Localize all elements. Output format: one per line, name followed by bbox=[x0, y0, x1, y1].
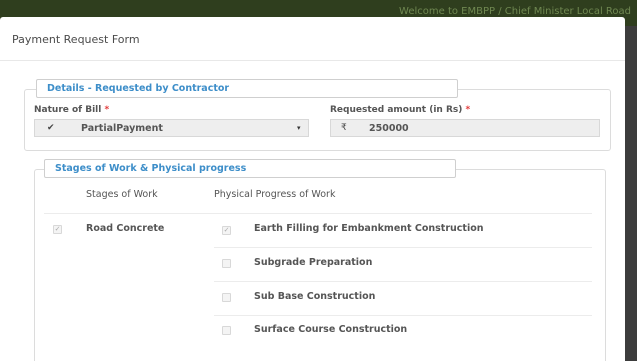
details-legend: Details - Requested by Contractor bbox=[36, 79, 458, 98]
progress-checkbox[interactable] bbox=[222, 259, 231, 268]
modal-header: Payment Request Form bbox=[0, 17, 625, 61]
requested-amount-input[interactable]: ₹ 250000 bbox=[330, 119, 600, 137]
payment-request-modal: Payment Request Form Details - Requested… bbox=[0, 17, 625, 361]
stage-name: Road Concrete bbox=[86, 223, 165, 234]
chevron-down-icon: ▾ bbox=[297, 124, 301, 132]
requested-amount-label: Requested amount (in Rs) * bbox=[330, 105, 471, 115]
progress-item-label: Earth Filling for Embankment Constructio… bbox=[254, 223, 484, 234]
stage-checkbox[interactable]: ✓ bbox=[53, 225, 62, 234]
progress-checkbox[interactable] bbox=[222, 326, 231, 335]
progress-item-label: Sub Base Construction bbox=[254, 291, 376, 302]
required-asterisk: * bbox=[465, 105, 471, 115]
physical-progress-header: Physical Progress of Work bbox=[214, 189, 336, 200]
check-icon: ✔ bbox=[47, 123, 55, 133]
backdrop-strip bbox=[625, 26, 637, 361]
row-divider bbox=[214, 247, 592, 248]
row-divider bbox=[214, 281, 592, 282]
modal-title: Payment Request Form bbox=[12, 33, 140, 46]
background-welcome-text: Welcome to EMBPP / Chief Minister Local … bbox=[399, 6, 631, 17]
stages-of-work-header: Stages of Work bbox=[86, 189, 158, 200]
nature-of-bill-select[interactable]: ✔ PartialPayment ▾ bbox=[34, 119, 309, 137]
nature-of-bill-value: PartialPayment bbox=[81, 123, 163, 134]
row-divider bbox=[214, 315, 592, 316]
stages-legend: Stages of Work & Physical progress bbox=[44, 159, 456, 178]
nature-of-bill-label: Nature of Bill * bbox=[34, 105, 110, 115]
required-asterisk: * bbox=[104, 105, 110, 115]
progress-checkbox[interactable]: ✓ bbox=[222, 226, 231, 235]
rupee-icon: ₹ bbox=[341, 123, 347, 133]
requested-amount-value: 250000 bbox=[369, 123, 409, 134]
table-divider bbox=[44, 213, 592, 214]
progress-item-label: Subgrade Preparation bbox=[254, 257, 373, 268]
progress-checkbox[interactable] bbox=[222, 293, 231, 302]
progress-item-label: Surface Course Construction bbox=[254, 324, 408, 335]
